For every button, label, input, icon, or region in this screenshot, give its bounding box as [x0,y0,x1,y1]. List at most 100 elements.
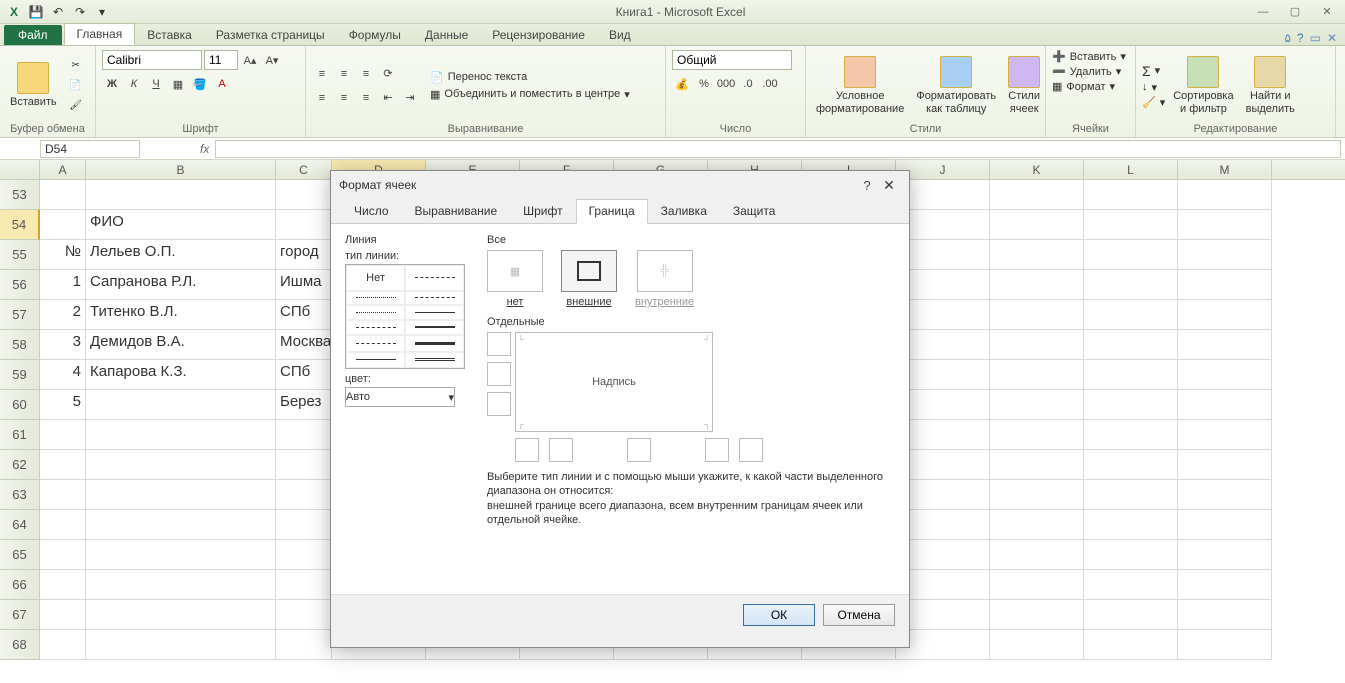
align-right-icon[interactable]: ≡ [356,88,376,108]
border-diag-down-button[interactable] [739,438,763,462]
increase-indent-icon[interactable]: ⇥ [400,88,420,108]
cell[interactable] [86,570,276,600]
maximize-button[interactable]: ▢ [1281,3,1309,21]
cell[interactable]: ФИО [86,210,276,240]
find-select-button[interactable]: Найти и выделить [1242,54,1299,116]
cell[interactable] [1084,180,1178,210]
dialog-tab-alignment[interactable]: Выравнивание [402,199,511,223]
line-style-option[interactable] [346,305,405,320]
merge-center-button[interactable]: ▦Объединить и поместить в центре▾ [430,88,630,101]
cell[interactable] [990,510,1084,540]
border-bottom-button[interactable] [487,392,511,416]
cell[interactable] [896,390,990,420]
dialog-tab-font[interactable]: Шрифт [510,199,575,223]
cell[interactable] [896,540,990,570]
clear-button[interactable]: 🧹▾ [1142,96,1165,109]
line-style-option[interactable] [346,320,405,336]
dialog-tab-protection[interactable]: Защита [720,199,789,223]
row-header[interactable]: 67 [0,600,40,630]
cell[interactable] [1178,180,1272,210]
cell[interactable]: Москва [276,330,332,360]
row-header[interactable]: 58 [0,330,40,360]
tab-home[interactable]: Главная [64,23,136,45]
border-diag-up-button[interactable] [515,438,539,462]
cell[interactable] [990,270,1084,300]
cell[interactable] [1084,360,1178,390]
file-tab[interactable]: Файл [4,25,62,45]
delete-cells-button[interactable]: ➖Удалить▾ [1052,65,1121,78]
cell[interactable] [896,480,990,510]
cell[interactable] [1084,330,1178,360]
cell[interactable] [276,570,332,600]
cell[interactable]: Капарова К.З. [86,360,276,390]
col-header[interactable]: L [1084,160,1178,179]
cell[interactable] [40,630,86,660]
cell[interactable] [1084,480,1178,510]
cell[interactable] [1084,450,1178,480]
cell[interactable] [1084,630,1178,660]
cell[interactable] [86,450,276,480]
insert-cells-button[interactable]: ➕Вставить▾ [1052,50,1126,63]
col-header[interactable]: M [1178,160,1272,179]
cell[interactable] [896,240,990,270]
line-style-picker[interactable]: Нет [345,264,465,369]
dialog-tab-fill[interactable]: Заливка [648,199,720,223]
paste-button[interactable]: Вставить [6,60,61,110]
row-header[interactable]: 54 [0,210,40,240]
cell[interactable] [896,300,990,330]
cell[interactable]: Демидов В.А. [86,330,276,360]
cell[interactable] [1084,600,1178,630]
comma-icon[interactable]: 000 [716,74,736,94]
cell[interactable] [40,510,86,540]
bold-button[interactable]: Ж [102,74,122,94]
row-header[interactable]: 56 [0,270,40,300]
col-header[interactable]: K [990,160,1084,179]
line-style-option[interactable] [405,305,464,320]
row-header[interactable]: 66 [0,570,40,600]
cell[interactable]: 3 [40,330,86,360]
cell[interactable] [86,180,276,210]
cell[interactable] [990,630,1084,660]
conditional-formatting-button[interactable]: Условное форматирование [812,54,908,116]
border-preview[interactable]: └ ┘ ┌ ┐ Надпись [515,332,713,432]
col-header[interactable]: J [896,160,990,179]
cell[interactable]: № [40,240,86,270]
minimize-button[interactable]: — [1249,3,1277,21]
save-icon[interactable]: 💾 [26,2,46,22]
font-color-icon[interactable]: A [212,74,232,94]
cell[interactable] [1178,240,1272,270]
dialog-help-icon[interactable]: ? [857,178,877,193]
cell[interactable] [990,360,1084,390]
cell[interactable] [896,180,990,210]
row-header[interactable]: 59 [0,360,40,390]
redo-icon[interactable]: ↷ [70,2,90,22]
cell[interactable] [86,390,276,420]
fill-button[interactable]: ↓▾ [1142,81,1165,94]
orientation-icon[interactable]: ⟳ [378,64,398,84]
cell[interactable] [896,360,990,390]
row-header[interactable]: 63 [0,480,40,510]
cell[interactable]: СПб [276,300,332,330]
cell[interactable] [1178,210,1272,240]
cell[interactable] [1084,270,1178,300]
cell[interactable] [1084,300,1178,330]
qat-customize-icon[interactable]: ▾ [92,2,112,22]
excel-icon[interactable]: X [4,2,24,22]
name-box[interactable]: D54 [40,140,140,158]
cell[interactable] [1084,420,1178,450]
row-header[interactable]: 61 [0,420,40,450]
cell[interactable] [1084,390,1178,420]
line-style-none[interactable]: Нет [346,265,405,291]
cell[interactable] [896,210,990,240]
align-middle-icon[interactable]: ≡ [334,64,354,84]
cell[interactable] [276,480,332,510]
cancel-button[interactable]: Отмена [823,604,895,626]
cell[interactable] [40,210,86,240]
cell[interactable] [1178,330,1272,360]
ribbon-minimize-icon[interactable]: ۵ [1284,31,1290,45]
border-top-button[interactable] [487,332,511,356]
italic-button[interactable]: К [124,74,144,94]
underline-button[interactable]: Ч [146,74,166,94]
increase-decimal-icon[interactable]: .0 [738,74,758,94]
cell[interactable] [86,510,276,540]
